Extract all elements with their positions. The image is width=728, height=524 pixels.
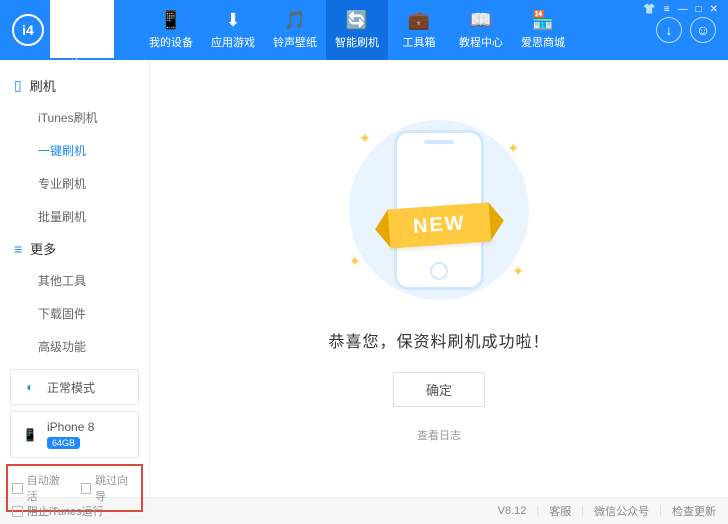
device-name: iPhone 8 bbox=[47, 420, 94, 434]
nav-tutorials[interactable]: 📖教程中心 bbox=[450, 0, 512, 60]
close-icon[interactable]: ✕ bbox=[710, 4, 718, 15]
sidebar-section-more: ≡ 更多 bbox=[0, 233, 149, 264]
sidebar-section-flash: ▯ 刷机 bbox=[0, 70, 149, 101]
footer-link-support[interactable]: 客服 bbox=[549, 503, 571, 519]
footer-link-wechat[interactable]: 微信公众号 bbox=[594, 503, 649, 519]
apps-icon: ⬇ bbox=[225, 10, 240, 31]
refresh-icon: 🔄 bbox=[346, 10, 368, 31]
mode-indicator[interactable]: ◐ 正常模式 bbox=[10, 369, 139, 405]
toolbox-icon: 💼 bbox=[408, 10, 430, 31]
store-icon: 🏪 bbox=[532, 10, 554, 31]
sidebar-item-download-firmware[interactable]: 下载固件 bbox=[0, 297, 149, 330]
nav-apps[interactable]: ⬇应用游戏 bbox=[202, 0, 264, 60]
header: i4 爱思助手 www.i4.cn 📱我的设备 ⬇应用游戏 🎵铃声壁纸 🔄智能刷… bbox=[0, 0, 728, 60]
book-icon: 📖 bbox=[470, 10, 492, 31]
phone-icon: 📱 bbox=[160, 10, 182, 31]
ok-button[interactable]: 确定 bbox=[393, 372, 485, 407]
main-content: ✦ ✦ ✦ ✦ NEW 恭喜您，保资料刷机成功啦！ 确定 查看日志 bbox=[150, 60, 728, 497]
success-message: 恭喜您，保资料刷机成功啦！ bbox=[328, 328, 549, 352]
footer-link-update[interactable]: 检查更新 bbox=[672, 503, 716, 519]
sidebar-item-itunes-flash[interactable]: iTunes刷机 bbox=[0, 101, 149, 134]
top-nav: 📱我的设备 ⬇应用游戏 🎵铃声壁纸 🔄智能刷机 💼工具箱 📖教程中心 🏪爱思商城 bbox=[140, 0, 574, 60]
checkbox-skip-guide[interactable]: 跳过向导 bbox=[81, 472, 138, 504]
version-label: V8.12 bbox=[498, 505, 527, 517]
maximize-icon[interactable]: □ bbox=[696, 4, 702, 15]
sidebar-item-advanced[interactable]: 高级功能 bbox=[0, 330, 149, 363]
download-icon: ↓ bbox=[666, 22, 673, 38]
logo[interactable]: i4 爱思助手 www.i4.cn bbox=[12, 0, 140, 68]
nav-store[interactable]: 🏪爱思商城 bbox=[512, 0, 574, 60]
success-illustration: ✦ ✦ ✦ ✦ NEW bbox=[329, 110, 549, 310]
user-icon: ☺ bbox=[696, 22, 710, 38]
nav-toolbox[interactable]: 💼工具箱 bbox=[388, 0, 450, 60]
sidebar-item-oneclick-flash[interactable]: 一键刷机 bbox=[0, 134, 149, 167]
music-icon: 🎵 bbox=[284, 10, 306, 31]
nav-ringtones[interactable]: 🎵铃声壁纸 bbox=[264, 0, 326, 60]
checkbox-block-itunes[interactable]: 阻止iTunes运行 bbox=[12, 503, 104, 519]
nav-flash[interactable]: 🔄智能刷机 bbox=[326, 0, 388, 60]
sidebar-item-other-tools[interactable]: 其他工具 bbox=[0, 264, 149, 297]
skin-icon[interactable]: 👕 bbox=[643, 4, 655, 15]
checkbox-auto-activate[interactable]: 自动激活 bbox=[12, 472, 69, 504]
phone-outline-icon: ▯ bbox=[14, 77, 22, 94]
user-button[interactable]: ☺ bbox=[690, 17, 716, 43]
new-ribbon: NEW bbox=[387, 203, 490, 249]
menu-icon[interactable]: ≡ bbox=[664, 4, 670, 15]
device-icon: 📱 bbox=[21, 426, 39, 444]
view-log-link[interactable]: 查看日志 bbox=[417, 427, 461, 443]
more-icon: ≡ bbox=[14, 241, 22, 257]
nav-my-device[interactable]: 📱我的设备 bbox=[140, 0, 202, 60]
minimize-icon[interactable]: ― bbox=[678, 4, 688, 15]
sidebar-item-pro-flash[interactable]: 专业刷机 bbox=[0, 167, 149, 200]
brand-url: www.i4.cn bbox=[50, 58, 114, 68]
window-controls: 👕 ≡ ― □ ✕ bbox=[643, 4, 718, 15]
download-button[interactable]: ↓ bbox=[656, 17, 682, 43]
device-indicator[interactable]: 📱 iPhone 8 64GB bbox=[10, 411, 139, 458]
sidebar-item-batch-flash[interactable]: 批量刷机 bbox=[0, 200, 149, 233]
device-capacity: 64GB bbox=[47, 437, 80, 449]
mode-icon: ◐ bbox=[21, 378, 39, 396]
brand-name: 爱思助手 bbox=[50, 0, 114, 58]
logo-icon: i4 bbox=[12, 14, 44, 46]
sidebar: ▯ 刷机 iTunes刷机 一键刷机 专业刷机 批量刷机 ≡ 更多 其他工具 下… bbox=[0, 60, 150, 497]
